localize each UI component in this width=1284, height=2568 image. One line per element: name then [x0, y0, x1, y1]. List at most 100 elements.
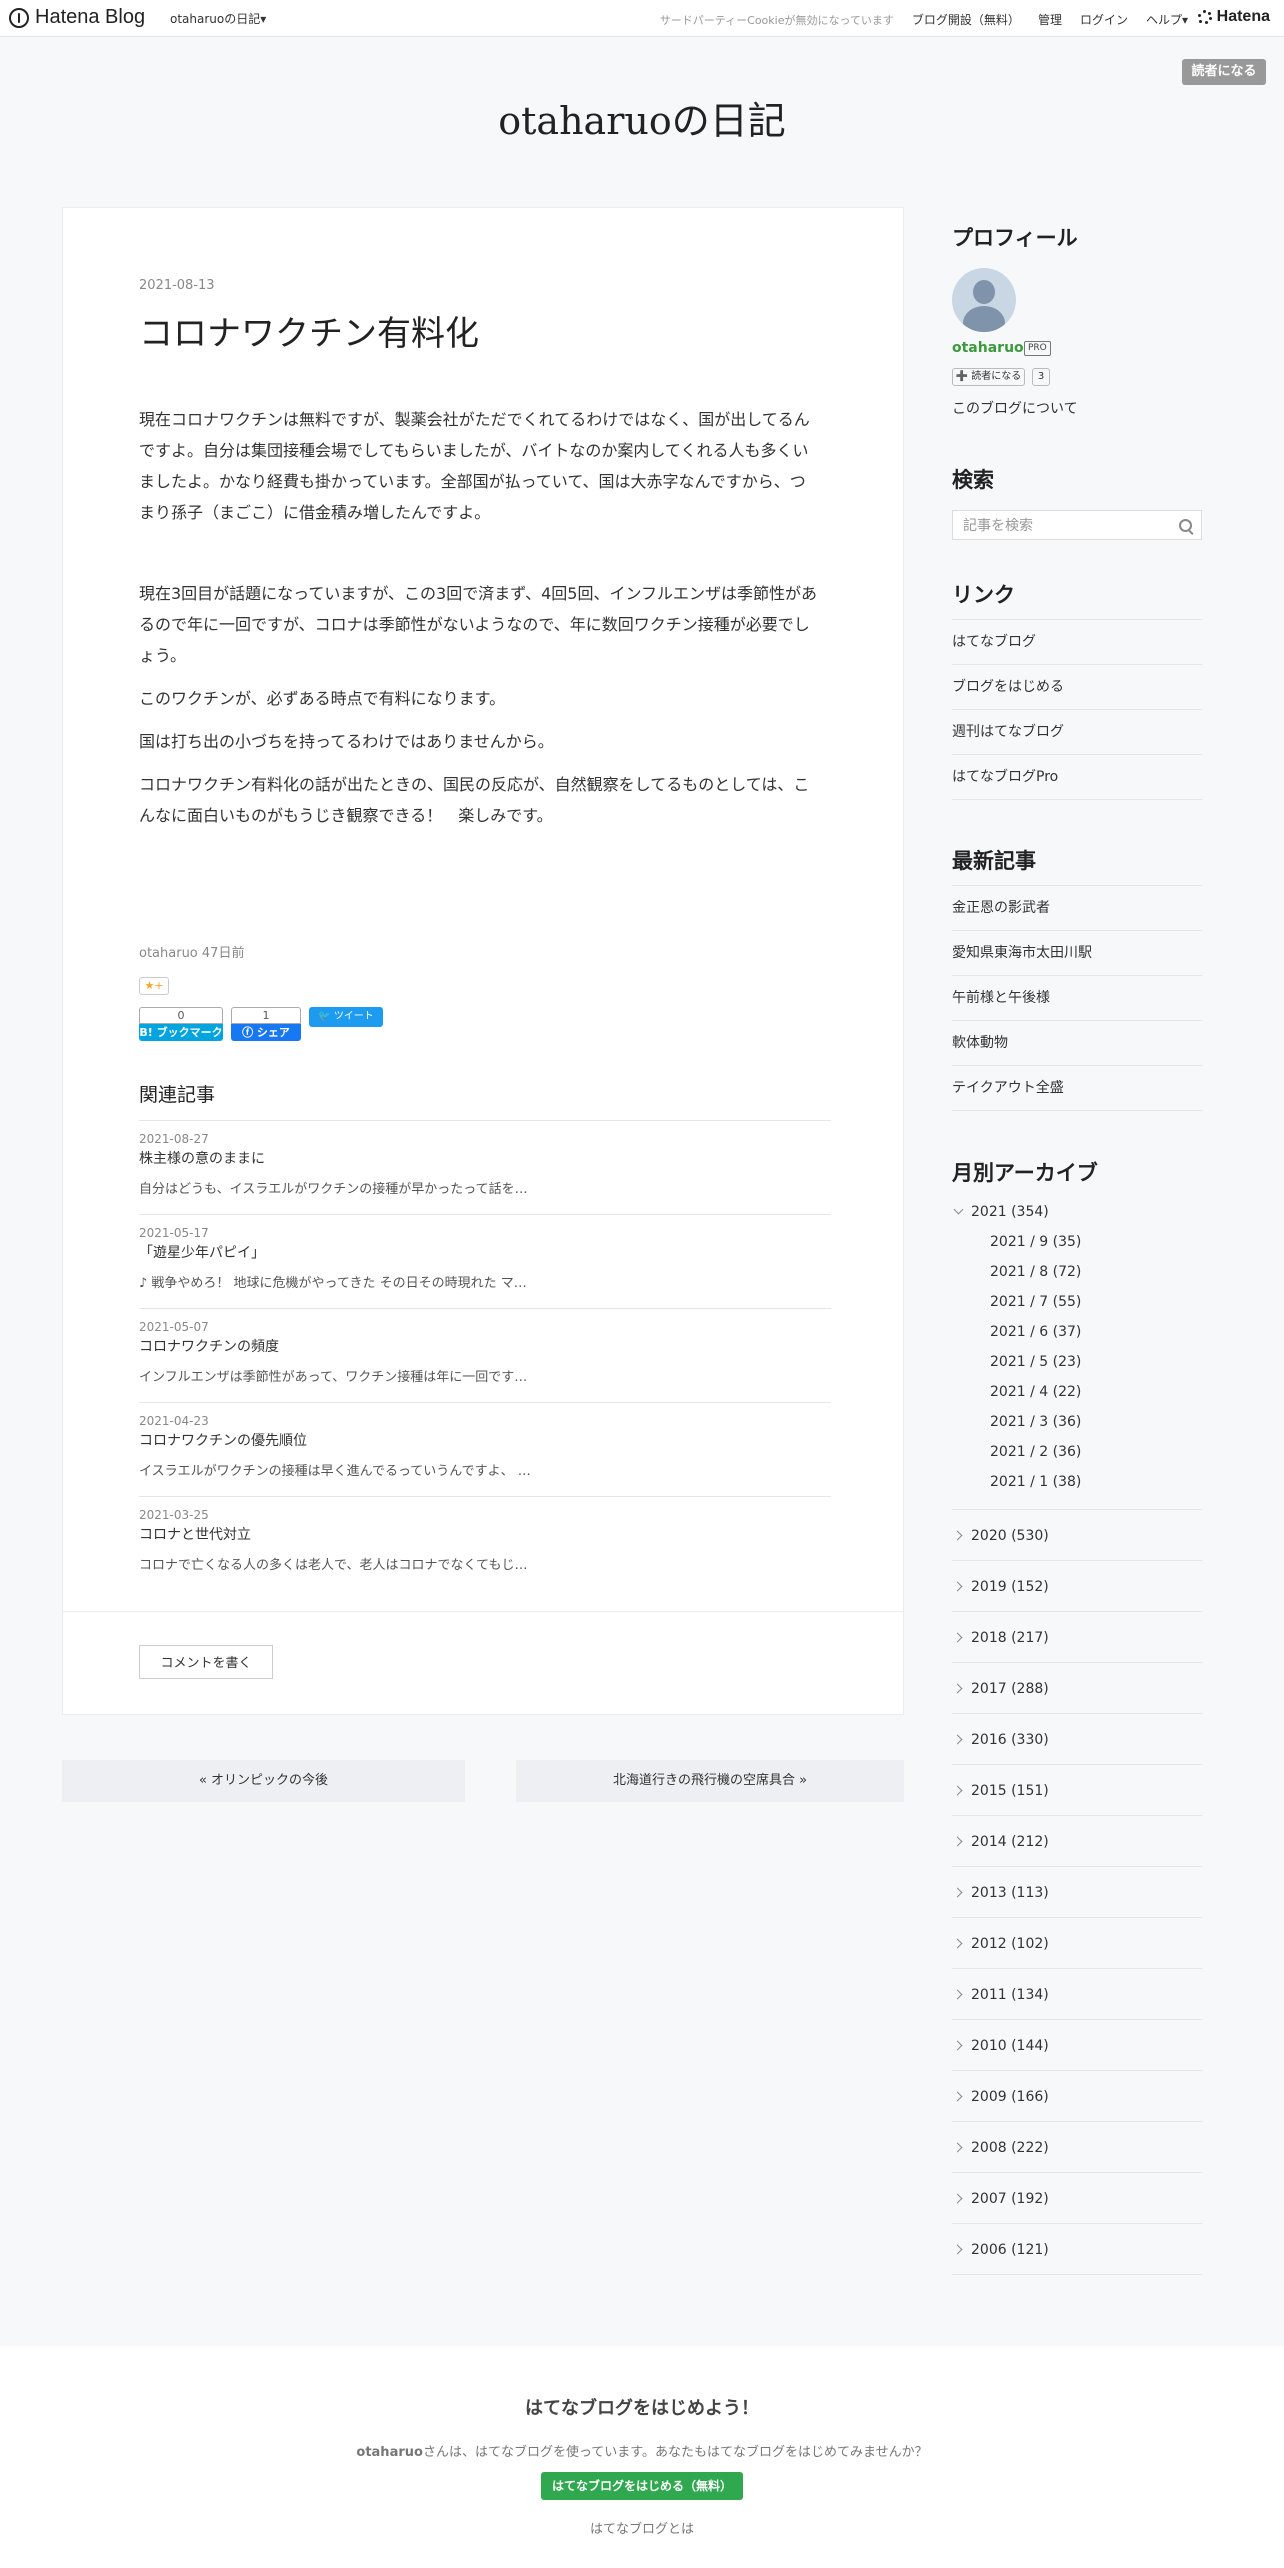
- archive-year-label[interactable]: 2012 (102): [971, 1936, 1049, 1952]
- archive-year[interactable]: 2007 (192): [952, 2173, 1202, 2224]
- archive-month[interactable]: 2021 / 1 (38): [952, 1467, 1202, 1497]
- related-entry[interactable]: 2021-05-17 「遊星少年パピイ」 ♪ 戦争やめろ！ 地球に危機がやってき…: [139, 1215, 831, 1309]
- hatebu-count[interactable]: 0: [139, 1007, 223, 1024]
- chevron-right-icon[interactable]: [952, 1989, 963, 2000]
- related-entry[interactable]: 2021-05-07 コロナワクチンの頻度 インフルエンザは季節性があって、ワク…: [139, 1309, 831, 1403]
- archive-year-label[interactable]: 2007 (192): [971, 2191, 1049, 2207]
- link-item[interactable]: はてなブログ: [952, 620, 1202, 665]
- archive-year-label[interactable]: 2017 (288): [971, 1681, 1049, 1697]
- related-entry-snippet[interactable]: インフルエンザは季節性があって、ワクチン接種は年に一回です…: [139, 1368, 831, 1388]
- search-input[interactable]: [961, 512, 1165, 540]
- archive-year-label[interactable]: 2008 (222): [971, 2140, 1049, 2156]
- entry-permalink[interactable]: 47日前: [202, 946, 245, 961]
- entry-date[interactable]: 2021-08-13: [139, 278, 215, 293]
- recent-entry-item[interactable]: テイクアウト全盛: [952, 1066, 1202, 1111]
- search-icon[interactable]: [1179, 519, 1192, 532]
- archive-year-label[interactable]: 2015 (151): [971, 1783, 1049, 1799]
- archive-month[interactable]: 2021 / 8 (72): [952, 1257, 1202, 1287]
- profile-name-link[interactable]: otaharuo: [952, 340, 1024, 356]
- related-entry-snippet[interactable]: 自分はどうも、イスラエルがワクチンの接種が早かったって話を…: [139, 1180, 831, 1200]
- help-menu[interactable]: ヘルプ▾: [1146, 11, 1188, 28]
- archive-year-label[interactable]: 2021 (354): [971, 1204, 1049, 1220]
- footer-start-blog-button[interactable]: はてなブログをはじめる（無料）: [541, 2472, 743, 2500]
- archive-year-label[interactable]: 2006 (121): [971, 2242, 1049, 2258]
- related-entry-snippet[interactable]: イスラエルがワクチンの接種は早く進んでるっていうんですよ、 …: [139, 1462, 831, 1482]
- chevron-right-icon[interactable]: [952, 2091, 963, 2102]
- archive-month[interactable]: 2021 / 3 (36): [952, 1407, 1202, 1437]
- archive-year-label[interactable]: 2011 (134): [971, 1987, 1049, 2003]
- recent-entry-item[interactable]: 軟体動物: [952, 1021, 1202, 1066]
- blog-title[interactable]: otaharuoの日記: [0, 90, 1284, 145]
- archive-year-label[interactable]: 2014 (212): [971, 1834, 1049, 1850]
- avatar[interactable]: [952, 268, 1016, 332]
- archive-year[interactable]: 2018 (217): [952, 1612, 1202, 1663]
- cookie-notice[interactable]: サードパーティーCookieが無効になっています: [660, 12, 894, 28]
- subscribe-button[interactable]: ➕ 読者になる: [952, 368, 1025, 386]
- chevron-right-icon[interactable]: [952, 1836, 963, 1847]
- related-entry-snippet[interactable]: コロナで亡くなる人の多くは老人で、老人はコロナでなくてもじ…: [139, 1556, 831, 1576]
- archive-year-label[interactable]: 2010 (144): [971, 2038, 1049, 2054]
- hatebu-button[interactable]: B! ブックマーク: [139, 1024, 223, 1041]
- recent-entry-item[interactable]: 金正恩の影武者: [952, 886, 1202, 931]
- related-entry-title[interactable]: コロナと世代対立: [139, 1525, 831, 1545]
- write-comment-button[interactable]: コメントを書く: [139, 1645, 273, 1679]
- archive-month[interactable]: 2021 / 9 (35): [952, 1227, 1202, 1257]
- related-entry[interactable]: 2021-03-25 コロナと世代対立 コロナで亡くなる人の多くは老人で、老人は…: [139, 1497, 831, 1591]
- archive-year[interactable]: 2020 (530): [952, 1510, 1202, 1561]
- archive-year[interactable]: 2010 (144): [952, 2020, 1202, 2071]
- archive-year[interactable]: 2008 (222): [952, 2122, 1202, 2173]
- chevron-right-icon[interactable]: [952, 1683, 963, 1694]
- chevron-right-icon[interactable]: [952, 2142, 963, 2153]
- archive-month[interactable]: 2021 / 2 (36): [952, 1437, 1202, 1467]
- archive-year[interactable]: 2015 (151): [952, 1765, 1202, 1816]
- facebook-share[interactable]: 1 ⓕ シェア: [231, 1007, 301, 1041]
- archive-year-label[interactable]: 2013 (113): [971, 1885, 1049, 1901]
- archive-year[interactable]: 2016 (330): [952, 1714, 1202, 1765]
- chevron-down-icon[interactable]: [953, 1204, 964, 1215]
- archive-year[interactable]: 2017 (288): [952, 1663, 1202, 1714]
- archive-year[interactable]: 2013 (113): [952, 1867, 1202, 1918]
- facebook-share-button[interactable]: ⓕ シェア: [231, 1024, 301, 1041]
- manage-link[interactable]: 管理: [1038, 11, 1062, 28]
- prev-entry-link[interactable]: « オリンピックの今後: [62, 1760, 465, 1802]
- chevron-right-icon[interactable]: [952, 2193, 963, 2204]
- archive-month[interactable]: 2021 / 4 (22): [952, 1377, 1202, 1407]
- related-entry[interactable]: 2021-04-23 コロナワクチンの優先順位 イスラエルがワクチンの接種は早く…: [139, 1403, 831, 1497]
- footer-about-link[interactable]: はてなブログとは: [0, 2518, 1284, 2537]
- chevron-right-icon[interactable]: [952, 1887, 963, 1898]
- related-entry-title[interactable]: コロナワクチンの頻度: [139, 1337, 831, 1357]
- recent-entry-item[interactable]: 愛知県東海市太田川駅: [952, 931, 1202, 976]
- hatebu-share[interactable]: 0 B! ブックマーク: [139, 1007, 223, 1041]
- related-entry-title[interactable]: 株主様の意のままに: [139, 1149, 831, 1169]
- archive-year-label[interactable]: 2018 (217): [971, 1630, 1049, 1646]
- archive-year[interactable]: 2012 (102): [952, 1918, 1202, 1969]
- related-entry[interactable]: 2021-08-27 株主様の意のままに 自分はどうも、イスラエルがワクチンの接…: [139, 1121, 831, 1215]
- chevron-right-icon[interactable]: [952, 1581, 963, 1592]
- archive-year[interactable]: 2009 (166): [952, 2071, 1202, 2122]
- chevron-right-icon[interactable]: [952, 1785, 963, 1796]
- next-entry-link[interactable]: 北海道行きの飛行機の空席具合 »: [516, 1760, 904, 1802]
- archive-year[interactable]: 2006 (121): [952, 2224, 1202, 2275]
- subscribe-button-top[interactable]: 読者になる: [1182, 59, 1266, 85]
- archive-year-2021[interactable]: 2021 (354): [952, 1197, 1202, 1227]
- chevron-right-icon[interactable]: [952, 1938, 963, 1949]
- archive-month[interactable]: 2021 / 7 (55): [952, 1287, 1202, 1317]
- archive-year-label[interactable]: 2020 (530): [971, 1528, 1049, 1544]
- archive-year[interactable]: 2019 (152): [952, 1561, 1202, 1612]
- chevron-right-icon[interactable]: [952, 2040, 963, 2051]
- chevron-right-icon[interactable]: [952, 2244, 963, 2255]
- link-item[interactable]: ブログをはじめる: [952, 665, 1202, 710]
- tweet-button[interactable]: 🐦 ツイート: [309, 1007, 383, 1027]
- login-link[interactable]: ログイン: [1080, 11, 1128, 28]
- archive-year-label[interactable]: 2019 (152): [971, 1579, 1049, 1595]
- archive-year[interactable]: 2011 (134): [952, 1969, 1202, 2020]
- chevron-right-icon[interactable]: [952, 1530, 963, 1541]
- related-entry-title[interactable]: 「遊星少年パピイ」: [139, 1243, 831, 1263]
- archive-month[interactable]: 2021 / 5 (23): [952, 1347, 1202, 1377]
- link-item[interactable]: 週刊はてなブログ: [952, 710, 1202, 755]
- about-blog-link[interactable]: このブログについて: [952, 398, 1078, 418]
- hatena-logo[interactable]: Hatena: [1197, 8, 1270, 26]
- hatena-blog-logo[interactable]: Hatena Blog: [9, 6, 145, 29]
- blog-menu-dropdown[interactable]: otaharuoの日記▾: [170, 10, 266, 27]
- archive-year-label[interactable]: 2016 (330): [971, 1732, 1049, 1748]
